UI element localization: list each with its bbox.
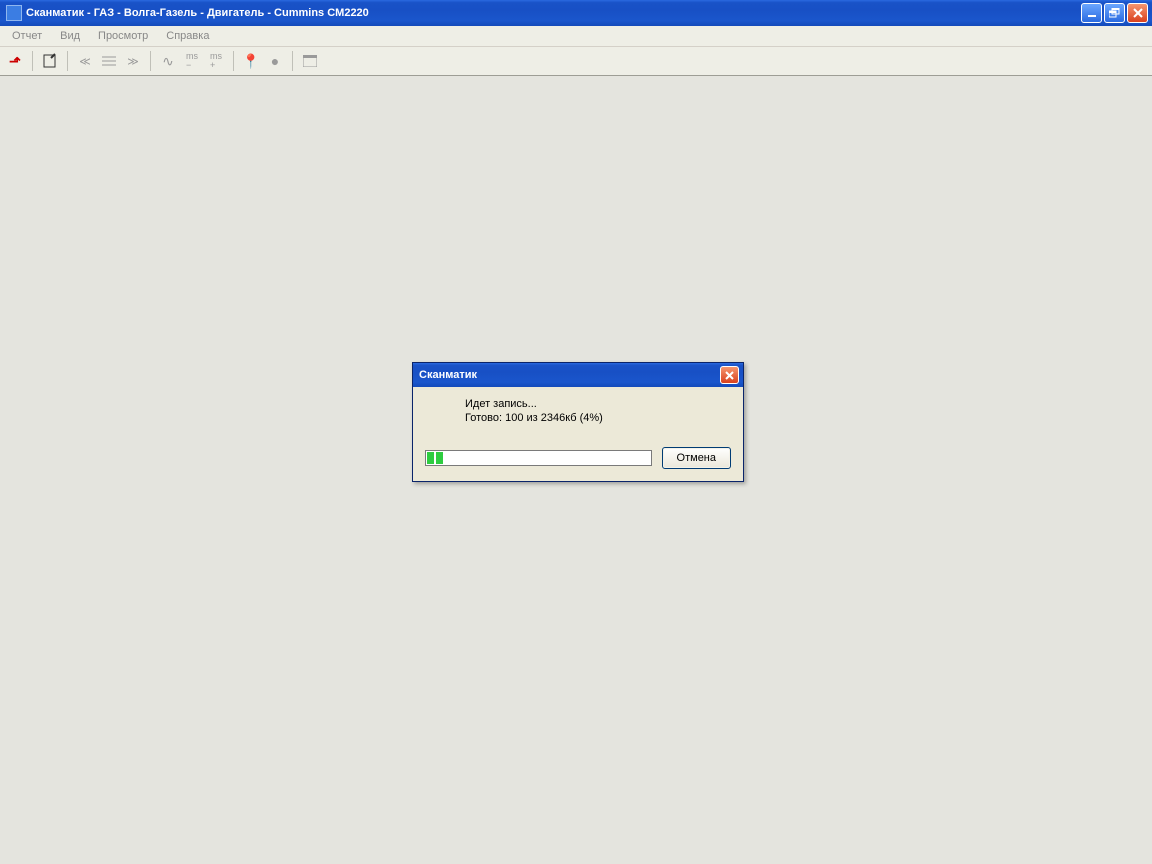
toolbar-separator bbox=[150, 51, 151, 71]
toolbar-separator bbox=[292, 51, 293, 71]
progress-chunk bbox=[427, 452, 434, 464]
dialog-title: Сканматик bbox=[419, 369, 477, 381]
toolbar-separator bbox=[32, 51, 33, 71]
progress-fill bbox=[427, 452, 443, 464]
edit-icon bbox=[42, 53, 58, 69]
window-icon bbox=[303, 55, 317, 67]
dialog-line2: Готово: 100 из 2346кб (4%) bbox=[465, 411, 731, 425]
first-icon: ≪ bbox=[79, 55, 91, 68]
window-title: Сканматик - ГАЗ - Волга-Газель - Двигате… bbox=[26, 7, 369, 19]
restore-icon bbox=[1109, 8, 1120, 18]
toolbar-separator bbox=[67, 51, 68, 71]
app-icon bbox=[6, 5, 22, 21]
toolbar-list-button[interactable] bbox=[98, 50, 120, 72]
ms-plus-icon: ms+ bbox=[210, 52, 222, 70]
titlebar: Сканматик - ГАЗ - Волга-Газель - Двигате… bbox=[0, 0, 1152, 26]
toolbar-separator bbox=[233, 51, 234, 71]
toolbar: ⬏ ≪ ≫ ∿ ms− ms+ 📍 ● bbox=[0, 47, 1152, 76]
toolbar-record-button[interactable]: ● bbox=[264, 50, 286, 72]
dialog-line1: Идет запись... bbox=[465, 397, 731, 411]
toolbar-wave-button[interactable]: ∿ bbox=[157, 50, 179, 72]
toolbar-window-button[interactable] bbox=[299, 50, 321, 72]
toolbar-first-button[interactable]: ≪ bbox=[74, 50, 96, 72]
up-arrow-icon: ⬏ bbox=[9, 53, 21, 70]
dialog-body: Идет запись... Готово: 100 из 2346кб (4%… bbox=[413, 387, 743, 481]
toolbar-last-button[interactable]: ≫ bbox=[122, 50, 144, 72]
close-icon bbox=[1133, 8, 1143, 18]
dialog-close-button[interactable] bbox=[720, 366, 739, 384]
menu-browse[interactable]: Просмотр bbox=[90, 28, 156, 44]
close-button[interactable] bbox=[1127, 3, 1148, 23]
dialog-bottom-row: Отмена bbox=[425, 447, 731, 469]
toolbar-up-button[interactable]: ⬏ bbox=[4, 50, 26, 72]
menu-view[interactable]: Вид bbox=[52, 28, 88, 44]
ms-minus-icon: ms− bbox=[186, 52, 198, 70]
menu-help[interactable]: Справка bbox=[158, 28, 217, 44]
toolbar-edit-button[interactable] bbox=[39, 50, 61, 72]
progress-chunk bbox=[436, 452, 443, 464]
wave-icon: ∿ bbox=[162, 53, 174, 70]
toolbar-ms-plus-button[interactable]: ms+ bbox=[205, 50, 227, 72]
close-icon bbox=[725, 371, 734, 380]
progress-dialog: Сканматик Идет запись... Готово: 100 из … bbox=[412, 362, 744, 482]
last-icon: ≫ bbox=[127, 55, 139, 68]
pin-icon: 📍 bbox=[242, 53, 259, 70]
minimize-button[interactable] bbox=[1081, 3, 1102, 23]
dialog-text: Идет запись... Готово: 100 из 2346кб (4%… bbox=[425, 397, 731, 425]
menubar: Отчет Вид Просмотр Справка bbox=[0, 26, 1152, 47]
minimize-icon bbox=[1087, 8, 1097, 18]
dialog-titlebar: Сканматик bbox=[413, 363, 743, 387]
toolbar-ms-minus-button[interactable]: ms− bbox=[181, 50, 203, 72]
list-icon bbox=[102, 55, 116, 67]
toolbar-pin-button[interactable]: 📍 bbox=[240, 50, 262, 72]
restore-button[interactable] bbox=[1104, 3, 1125, 23]
record-icon: ● bbox=[271, 53, 279, 69]
progress-bar bbox=[425, 450, 652, 466]
cancel-button[interactable]: Отмена bbox=[662, 447, 731, 469]
window-controls bbox=[1081, 3, 1148, 23]
menu-report[interactable]: Отчет bbox=[4, 28, 50, 44]
